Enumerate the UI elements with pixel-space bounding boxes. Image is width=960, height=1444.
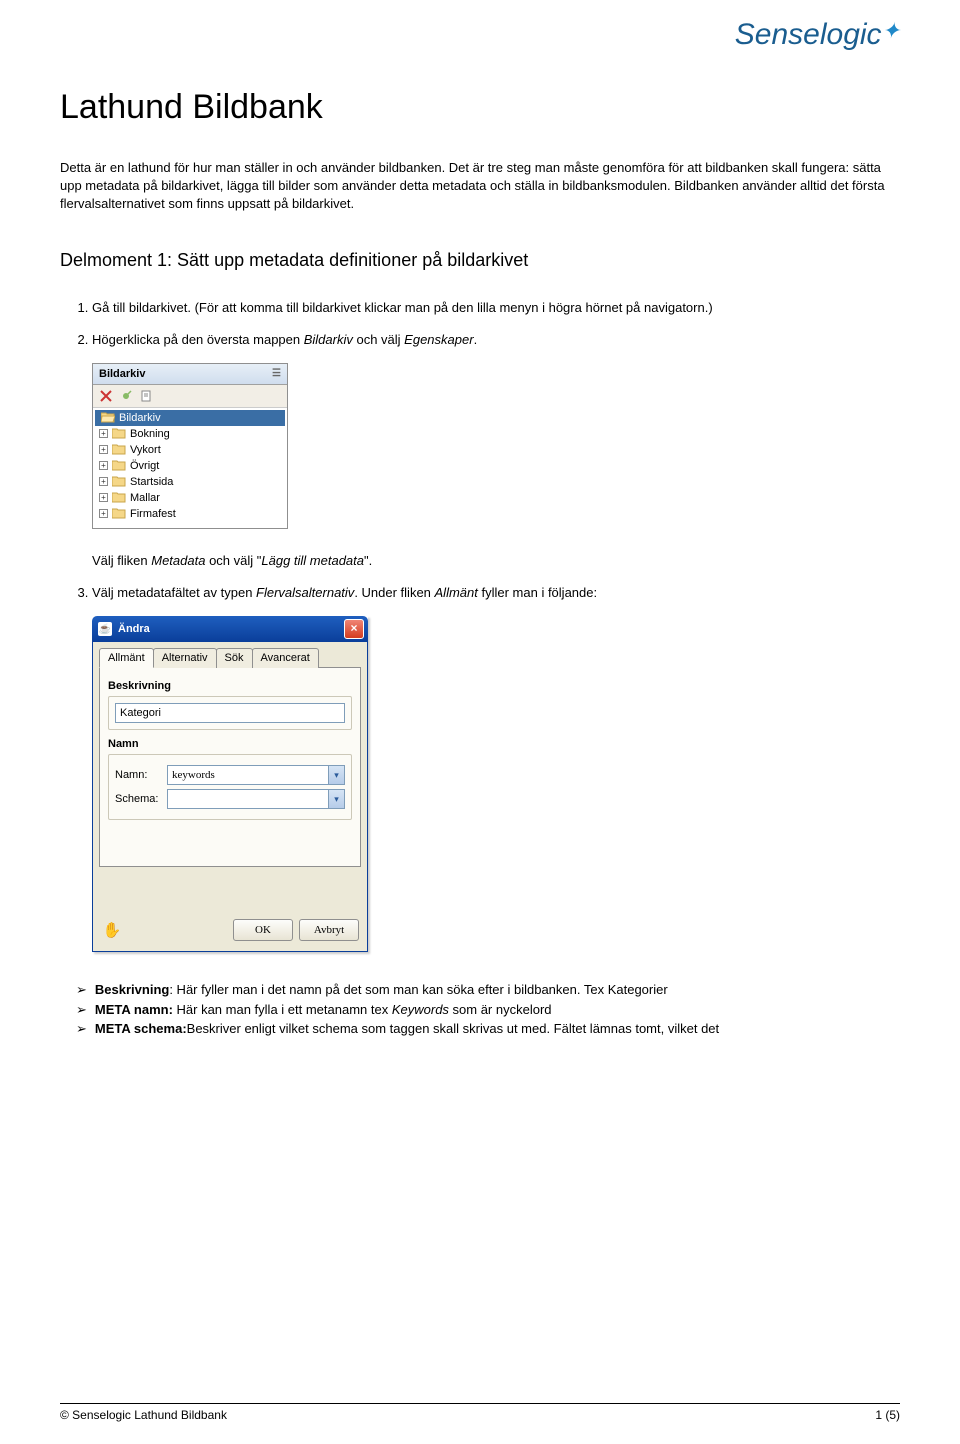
expand-icon[interactable]: + — [99, 493, 108, 502]
step-list: Gå till bildarkivet. (För att komma till… — [60, 299, 900, 349]
beskrivning-fieldset — [108, 696, 352, 730]
tree-item-label: Firmafest — [130, 508, 176, 520]
folder-icon — [112, 460, 126, 471]
dialog-body: Allmänt Alternativ Sök Avancerat Beskriv… — [92, 642, 368, 952]
folder-icon — [112, 508, 126, 519]
tree-item[interactable]: + Övrigt — [93, 458, 287, 474]
tree-item[interactable]: + Bokning — [93, 426, 287, 442]
folder-icon — [112, 444, 126, 455]
dialog-title: Ändra — [118, 623, 338, 635]
ok-button[interactable]: OK — [233, 919, 293, 941]
namn-section-label: Namn — [108, 738, 352, 750]
tree-item[interactable]: + Vykort — [93, 442, 287, 458]
beskrivning-input[interactable] — [115, 703, 345, 723]
brand-logo: Senselogic✦ — [735, 18, 900, 52]
tree-item-selected[interactable]: Bildarkiv — [95, 410, 285, 426]
tree-item-label: Bokning — [130, 428, 170, 440]
chevron-down-icon[interactable]: ▾ — [328, 790, 344, 808]
tab-sok[interactable]: Sök — [216, 648, 253, 668]
intro-paragraph: Detta är en lathund för hur man ställer … — [60, 159, 900, 214]
tree-item[interactable]: + Firmafest — [93, 506, 287, 522]
section-heading: Delmoment 1: Sätt upp metadata definitio… — [60, 250, 900, 271]
folder-tree: Bildarkiv + Bokning + Vykort + Övrigt + … — [93, 408, 287, 528]
schema-combo[interactable]: ▾ — [167, 789, 345, 809]
namn-label: Namn: — [115, 769, 161, 781]
panel-titlebar: Bildarkiv ☰ — [93, 364, 287, 385]
step-2: Högerklicka på den översta mappen Bildar… — [92, 331, 900, 349]
expand-icon[interactable]: + — [99, 429, 108, 438]
tree-item-label: Bildarkiv — [119, 412, 161, 424]
tab-allmant[interactable]: Allmänt — [99, 648, 154, 668]
java-icon: ☕ — [98, 622, 112, 636]
beskrivning-label: Beskrivning — [108, 680, 352, 692]
footer-right: 1 (5) — [875, 1408, 900, 1422]
expand-icon[interactable]: + — [99, 461, 108, 470]
step-1: Gå till bildarkivet. (För att komma till… — [92, 299, 900, 317]
folder-icon — [112, 476, 126, 487]
bildarkiv-panel: Bildarkiv ☰ Bildarkiv + Bokning + Vykort — [92, 363, 288, 529]
tab-content: Beskrivning Namn Namn: ▾ Schema: ▾ — [99, 667, 361, 867]
panel-title-text: Bildarkiv — [99, 368, 145, 380]
folder-icon — [112, 428, 126, 439]
bullet-beskrivning: Beskrivning: Här fyller man i det namn p… — [96, 980, 900, 1000]
footer-left: © Senselogic Lathund Bildbank — [60, 1408, 227, 1422]
step-3: Välj metadatafältet av typen Flervalsalt… — [92, 584, 900, 602]
tree-item-label: Mallar — [130, 492, 160, 504]
tree-item-label: Vykort — [130, 444, 161, 456]
tool-icon[interactable] — [119, 389, 133, 403]
hand-icon[interactable]: ✋ — [101, 920, 123, 940]
step-list-continued: Välj metadatafältet av typen Flervalsalt… — [60, 584, 900, 602]
tab-avancerat[interactable]: Avancerat — [252, 648, 319, 668]
tree-item-label: Övrigt — [130, 460, 159, 472]
close-icon[interactable]: × — [344, 619, 364, 639]
tab-alternativ[interactable]: Alternativ — [153, 648, 217, 668]
expand-icon[interactable]: + — [99, 477, 108, 486]
expand-icon[interactable]: + — [99, 509, 108, 518]
cancel-button[interactable]: Avbryt — [299, 919, 359, 941]
page-footer: © Senselogic Lathund Bildbank 1 (5) — [60, 1403, 900, 1422]
page-title: Lathund Bildbank — [60, 88, 900, 127]
delete-icon[interactable] — [99, 389, 113, 403]
bullet-meta-namn: META namn: Här kan man fylla i ett metan… — [96, 1000, 900, 1020]
tree-item[interactable]: + Mallar — [93, 490, 287, 506]
schema-input[interactable] — [168, 790, 328, 808]
namn-input[interactable] — [168, 766, 328, 784]
after-tree-instruction: Välj fliken Metadata och välj "Lägg till… — [92, 553, 900, 568]
dialog-button-row: ✋ OK Avbryt — [101, 919, 359, 941]
andra-dialog: ☕ Ändra × Allmänt Alternativ Sök Avancer… — [92, 616, 368, 952]
namn-combo[interactable]: ▾ — [167, 765, 345, 785]
panel-toolbar — [93, 385, 287, 408]
namn-fieldset: Namn: ▾ Schema: ▾ — [108, 754, 352, 820]
tree-item[interactable]: + Startsida — [93, 474, 287, 490]
collapse-icon[interactable]: ☰ — [272, 368, 281, 379]
bullet-meta-schema: META schema:Beskriver enligt vilket sche… — [96, 1019, 900, 1039]
folder-icon — [112, 492, 126, 503]
dialog-titlebar[interactable]: ☕ Ändra × — [92, 616, 368, 642]
folder-open-icon — [101, 412, 115, 423]
tabs-row: Allmänt Alternativ Sök Avancerat — [99, 648, 361, 668]
expand-icon[interactable]: + — [99, 445, 108, 454]
bullet-list: Beskrivning: Här fyller man i det namn p… — [60, 980, 900, 1039]
sparkle-icon: ✦ — [882, 18, 900, 43]
chevron-down-icon[interactable]: ▾ — [328, 766, 344, 784]
document-icon[interactable] — [139, 389, 153, 403]
tree-item-label: Startsida — [130, 476, 173, 488]
schema-label: Schema: — [115, 793, 161, 805]
